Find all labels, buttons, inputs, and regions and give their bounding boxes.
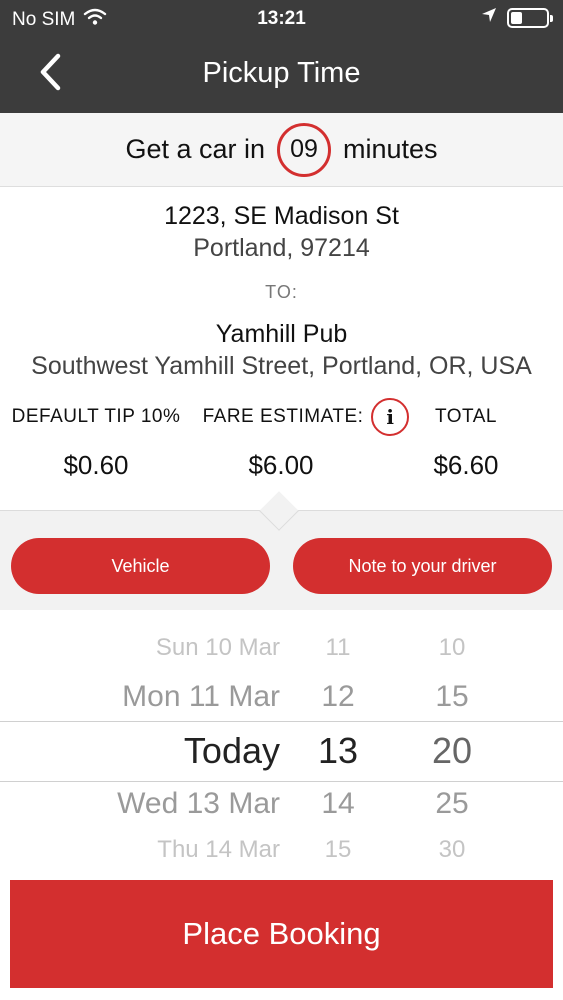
picker-row[interactable]: Sun 10 Mar 11 10 — [0, 634, 563, 684]
picker-minute: 20 — [431, 730, 473, 771]
location-arrow-icon — [481, 7, 497, 29]
eta-prefix: Get a car in — [125, 134, 265, 164]
app-header: No SIM 13:21 Pickup Time — [0, 0, 563, 113]
picker-minute: 30 — [438, 836, 466, 863]
info-icon[interactable]: i — [371, 398, 410, 436]
total-label: TOTAL — [435, 406, 497, 427]
eta-suffix: minutes — [343, 134, 438, 164]
dropoff-name: Yamhill Pub — [215, 320, 348, 348]
options-panel: Vehicle Note to your driver — [0, 491, 563, 610]
total-value: $6.60 — [433, 450, 499, 480]
status-bar: No SIM 13:21 — [0, 0, 563, 38]
total-column: TOTAL $6.60 — [426, 398, 506, 481]
estimate-column: FARE ESTIMATE: i $6.00 — [194, 398, 418, 481]
picker-row-selected[interactable]: Today 13 20 — [0, 730, 563, 780]
to-label: TO: — [265, 282, 298, 302]
eta-banner: Get a car in 09 minutes — [0, 113, 563, 187]
picker-hour: 15 — [324, 836, 352, 863]
pickup-address-line1: 1223, SE Madison St — [164, 202, 399, 230]
pickup-address-line2: Portland, 97214 — [193, 234, 370, 262]
picker-hour: 14 — [321, 787, 355, 820]
picker-row[interactable]: Wed 13 Mar 14 25 — [0, 787, 563, 837]
place-booking-button[interactable]: Place Booking — [10, 880, 553, 988]
panel-notch — [259, 491, 299, 531]
note-to-driver-button[interactable]: Note to your driver — [293, 538, 552, 594]
battery-level — [511, 12, 523, 24]
battery-icon — [507, 8, 553, 28]
tip-value: $0.60 — [63, 450, 129, 480]
picker-date: Wed 13 Mar — [117, 787, 280, 820]
picker-hour: 13 — [317, 730, 359, 771]
fare-summary: DEFAULT TIP 10% $0.60 FARE ESTIMATE: i $… — [0, 398, 563, 481]
estimate-value: $6.00 — [248, 450, 314, 480]
status-time: 13:21 — [257, 8, 306, 29]
eta-minutes-badge: 09 — [277, 122, 331, 177]
picker-date: Thu 14 Mar — [157, 836, 280, 863]
tip-label: DEFAULT TIP 10% — [11, 406, 181, 427]
pickup-time-picker[interactable]: Sun 10 Mar 11 10 Mon 11 Mar 12 15 Today … — [0, 610, 563, 880]
eta-minutes: 09 — [290, 135, 318, 163]
picker-date: Mon 11 Mar — [122, 680, 280, 713]
page-title: Pickup Time — [202, 57, 361, 89]
picker-row[interactable]: Thu 14 Mar 15 30 — [0, 836, 563, 880]
picker-date: Sun 10 Mar — [155, 634, 280, 661]
picker-hour: 12 — [321, 680, 355, 713]
picker-minute: 15 — [435, 680, 469, 713]
picker-hour: 11 — [325, 634, 351, 661]
status-right — [481, 7, 553, 29]
estimate-label: FARE ESTIMATE: — [202, 406, 364, 427]
picker-selection-top — [0, 721, 563, 722]
dropoff-address: Southwest Yamhill Street, Portland, OR, … — [31, 352, 532, 380]
estimate-label-row: FARE ESTIMATE: i — [194, 398, 418, 436]
picker-selection-bottom — [0, 781, 563, 782]
picker-minute: 10 — [438, 634, 466, 661]
vehicle-button[interactable]: Vehicle — [11, 538, 270, 594]
picker-row[interactable]: Mon 11 Mar 12 15 — [0, 680, 563, 730]
tip-column: DEFAULT TIP 10% $0.60 — [8, 398, 184, 481]
picker-minute: 25 — [435, 787, 469, 820]
picker-date: Today — [183, 730, 280, 771]
